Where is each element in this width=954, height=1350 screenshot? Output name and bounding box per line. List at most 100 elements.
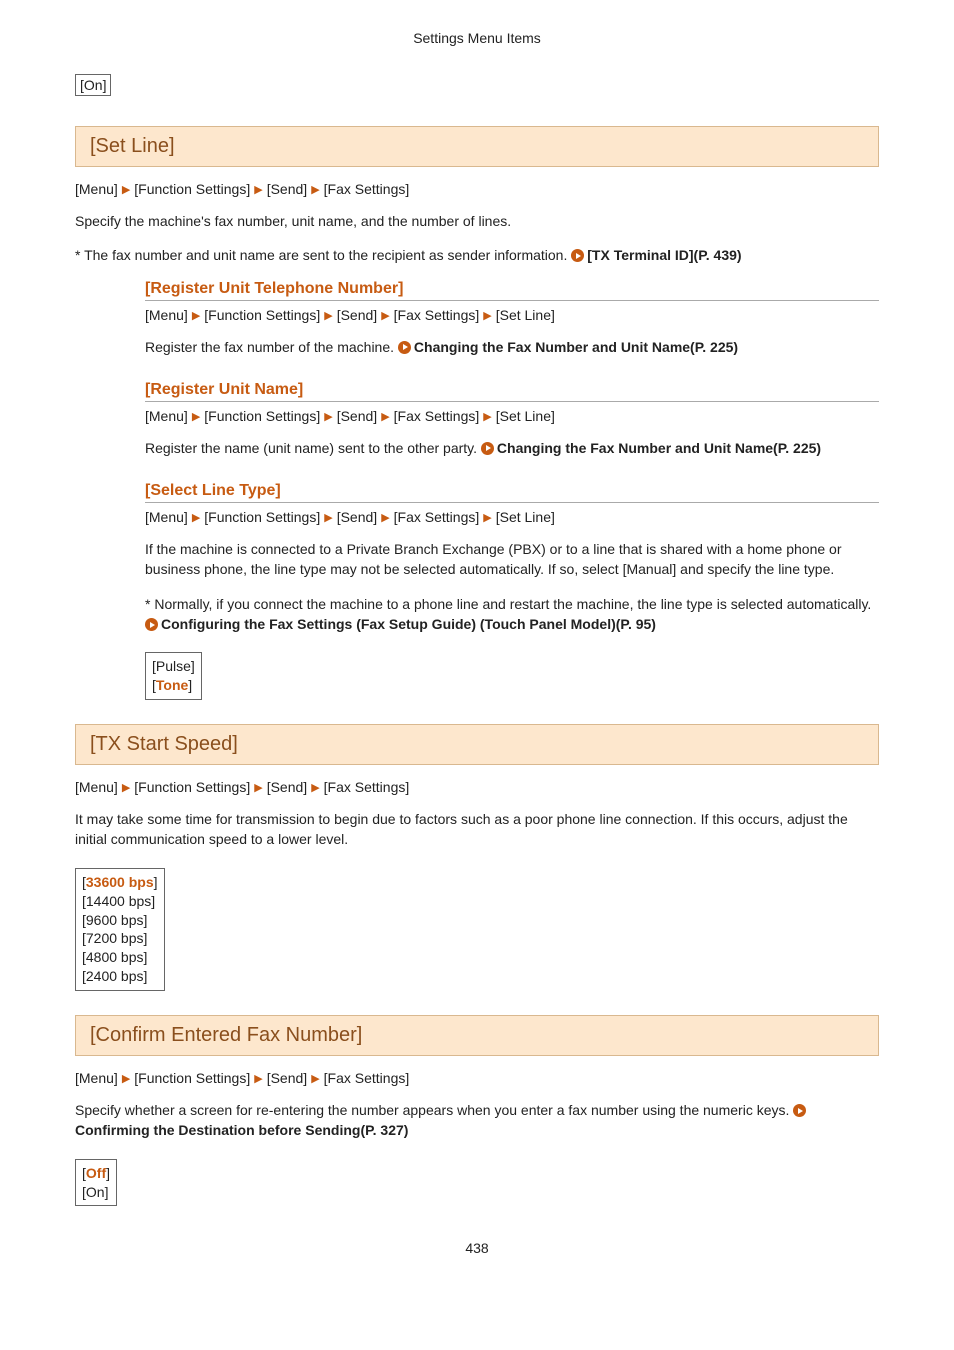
breadcrumb-item: [Fax Settings]	[324, 779, 410, 795]
breadcrumb-item: [Set Line]	[496, 408, 555, 424]
confirm-fax-desc: Specify whether a screen for re-entering…	[75, 1100, 879, 1141]
breadcrumb-item: [Send]	[337, 408, 377, 424]
breadcrumb-item: [Fax Settings]	[394, 509, 480, 525]
breadcrumb-item: [Send]	[267, 1070, 307, 1086]
chevron-right-icon: ▶	[188, 411, 204, 423]
chevron-right-icon: ▶	[377, 310, 393, 322]
breadcrumb-item: [Menu]	[75, 779, 118, 795]
play-circle-icon	[571, 249, 584, 262]
breadcrumb-item: [Set Line]	[496, 509, 555, 525]
subsection-title-reg-tel: [Register Unit Telephone Number]	[145, 280, 879, 301]
option-item: [7200 bps]	[82, 929, 158, 948]
breadcrumb-item: [Set Line]	[496, 307, 555, 323]
breadcrumb-item: [Send]	[337, 509, 377, 525]
chevron-right-icon: ▶	[307, 1073, 323, 1085]
option-box-line-type: [Pulse] [Tone]	[145, 652, 202, 700]
chevron-right-icon: ▶	[320, 512, 336, 524]
breadcrumb-item: [Function Settings]	[134, 181, 250, 197]
breadcrumb-item: [Send]	[267, 779, 307, 795]
chevron-right-icon: ▶	[188, 310, 204, 322]
breadcrumb-item: [Function Settings]	[134, 779, 250, 795]
section-title-confirm-fax: [Confirm Entered Fax Number]	[75, 1015, 879, 1056]
breadcrumb-item: [Send]	[267, 181, 307, 197]
breadcrumb-item: [Fax Settings]	[394, 408, 480, 424]
subsection-title-sel-line: [Select Line Type]	[145, 482, 879, 503]
chevron-right-icon: ▶	[377, 411, 393, 423]
cross-ref-link[interactable]: Changing the Fax Number and Unit Name(P.…	[497, 440, 821, 456]
breadcrumb-item: [Menu]	[145, 408, 188, 424]
reg-name-desc: Register the name (unit name) sent to th…	[145, 438, 879, 458]
default-value: 33600 bps	[86, 874, 154, 890]
play-circle-icon	[145, 618, 158, 631]
running-header: Settings Menu Items	[75, 30, 879, 46]
breadcrumb-reg-name: [Menu]▶[Function Settings]▶[Send]▶[Fax S…	[145, 408, 879, 424]
text: Specify whether a screen for re-entering…	[75, 1102, 793, 1118]
default-value: Off	[86, 1165, 106, 1181]
breadcrumb-item: [Function Settings]	[204, 509, 320, 525]
breadcrumb-item: [Menu]	[145, 509, 188, 525]
text: * Normally, if you connect the machine t…	[145, 596, 871, 612]
breadcrumb-reg-tel: [Menu]▶[Function Settings]▶[Send]▶[Fax S…	[145, 307, 879, 323]
subsection-title-reg-name: [Register Unit Name]	[145, 381, 879, 402]
sel-line-p1: If the machine is connected to a Private…	[145, 539, 879, 580]
text: * The fax number and unit name are sent …	[75, 247, 571, 263]
breadcrumb-item: [Menu]	[75, 181, 118, 197]
chevron-right-icon: ▶	[320, 310, 336, 322]
page-number: 438	[75, 1240, 879, 1256]
cross-ref-link[interactable]: Changing the Fax Number and Unit Name(P.…	[414, 339, 738, 355]
option-item: [9600 bps]	[82, 911, 158, 930]
option-box-confirm-fax: [Off] [On]	[75, 1159, 117, 1207]
breadcrumb-sel-line: [Menu]▶[Function Settings]▶[Send]▶[Fax S…	[145, 509, 879, 525]
breadcrumb-confirm-fax: [Menu]▶[Function Settings]▶[Send]▶[Fax S…	[75, 1070, 879, 1086]
option-item-default: [Tone]	[152, 676, 195, 695]
cross-ref-link[interactable]: Configuring the Fax Settings (Fax Setup …	[161, 616, 656, 632]
chevron-right-icon: ▶	[118, 184, 134, 196]
set-line-desc1: Specify the machine's fax number, unit n…	[75, 211, 879, 231]
tx-speed-desc: It may take some time for transmission t…	[75, 809, 879, 850]
chevron-right-icon: ▶	[307, 184, 323, 196]
chevron-right-icon: ▶	[250, 782, 266, 794]
text: Register the name (unit name) sent to th…	[145, 440, 481, 456]
cross-ref-link[interactable]: [TX Terminal ID](P. 439)	[587, 247, 741, 263]
sel-line-p2: * Normally, if you connect the machine t…	[145, 594, 879, 635]
option-item: [4800 bps]	[82, 948, 158, 967]
chevron-right-icon: ▶	[320, 411, 336, 423]
default-value: Tone	[156, 677, 188, 693]
play-circle-icon	[481, 442, 494, 455]
chevron-right-icon: ▶	[188, 512, 204, 524]
breadcrumb-item: [Fax Settings]	[324, 181, 410, 197]
breadcrumb-item: [Send]	[337, 307, 377, 323]
breadcrumb-item: [Menu]	[75, 1070, 118, 1086]
top-option-box: [On]	[75, 74, 111, 96]
reg-tel-desc: Register the fax number of the machine. …	[145, 337, 879, 357]
option-item-default: [33600 bps]	[82, 873, 158, 892]
cross-ref-link[interactable]: Confirming the Destination before Sendin…	[75, 1122, 408, 1138]
breadcrumb-item: [Function Settings]	[134, 1070, 250, 1086]
section-title-tx-speed: [TX Start Speed]	[75, 724, 879, 765]
breadcrumb-item: [Function Settings]	[204, 307, 320, 323]
play-circle-icon	[398, 341, 411, 354]
chevron-right-icon: ▶	[377, 512, 393, 524]
text: Register the fax number of the machine.	[145, 339, 398, 355]
chevron-right-icon: ▶	[250, 1073, 266, 1085]
set-line-desc2: * The fax number and unit name are sent …	[75, 245, 879, 265]
section-title-set-line: [Set Line]	[75, 126, 879, 167]
chevron-right-icon: ▶	[250, 184, 266, 196]
breadcrumb-item: [Fax Settings]	[394, 307, 480, 323]
chevron-right-icon: ▶	[479, 411, 495, 423]
option-item: [2400 bps]	[82, 967, 158, 986]
breadcrumb-item: [Menu]	[145, 307, 188, 323]
option-item-default: [Off]	[82, 1164, 110, 1183]
chevron-right-icon: ▶	[118, 1073, 134, 1085]
chevron-right-icon: ▶	[479, 310, 495, 322]
option-item: [14400 bps]	[82, 892, 158, 911]
option-item: [On]	[82, 1183, 110, 1202]
breadcrumb-tx-speed: [Menu]▶[Function Settings]▶[Send]▶[Fax S…	[75, 779, 879, 795]
chevron-right-icon: ▶	[307, 782, 323, 794]
option-item: [Pulse]	[152, 657, 195, 676]
chevron-right-icon: ▶	[479, 512, 495, 524]
breadcrumb-set-line: [Menu]▶[Function Settings]▶[Send]▶[Fax S…	[75, 181, 879, 197]
breadcrumb-item: [Function Settings]	[204, 408, 320, 424]
option-box-tx-speed: [33600 bps] [14400 bps] [9600 bps] [7200…	[75, 868, 165, 991]
play-circle-icon	[793, 1104, 806, 1117]
